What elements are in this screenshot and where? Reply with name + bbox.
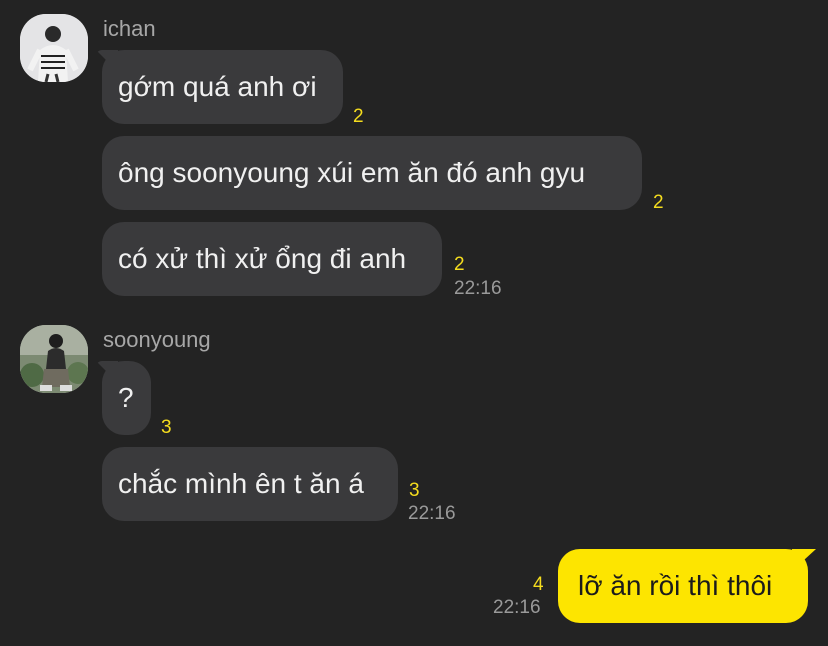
message-text: ? bbox=[118, 382, 134, 413]
message-timestamp: 22:16 bbox=[454, 278, 502, 299]
sender-name-soonyoung: soonyoung bbox=[103, 327, 211, 352]
message-bubble[interactable]: gớm quá anh ơi bbox=[102, 50, 343, 124]
message-bubble[interactable]: ông soonyoung xúi em ăn đó anh gyu bbox=[102, 136, 642, 210]
unread-count: 3 bbox=[409, 480, 420, 501]
unread-count: 2 bbox=[353, 106, 364, 127]
message-bubble[interactable]: ? bbox=[102, 361, 151, 435]
message-timestamp: 22:16 bbox=[408, 503, 456, 524]
chat-screen: { "messages": { "group1": { "sender": "i… bbox=[0, 0, 828, 646]
avatar-soonyoung[interactable] bbox=[20, 325, 88, 393]
message-text: chắc mình ên t ăn á bbox=[118, 468, 364, 499]
unread-count: 2 bbox=[454, 254, 465, 275]
message-text: lỡ ăn rồi thì thôi bbox=[578, 570, 773, 601]
message-timestamp: 22:16 bbox=[493, 597, 541, 618]
avatar-ichan[interactable] bbox=[20, 14, 88, 82]
unread-count: 3 bbox=[161, 417, 172, 438]
profile-photo-icon bbox=[20, 14, 88, 82]
my-message-bubble[interactable]: lỡ ăn rồi thì thôi bbox=[558, 549, 808, 623]
message-text: ông soonyoung xúi em ăn đó anh gyu bbox=[118, 157, 586, 188]
message-bubble[interactable]: chắc mình ên t ăn á bbox=[102, 447, 398, 521]
unread-count: 4 bbox=[533, 574, 544, 595]
message-text: có xử thì xử ổng đi anh bbox=[118, 243, 407, 274]
unread-count: 2 bbox=[653, 192, 664, 213]
sender-name-ichan: ichan bbox=[103, 16, 156, 41]
message-text: gớm quá anh ơi bbox=[118, 71, 317, 102]
profile-photo-icon bbox=[20, 325, 88, 393]
message-bubble[interactable]: có xử thì xử ổng đi anh bbox=[102, 222, 442, 296]
